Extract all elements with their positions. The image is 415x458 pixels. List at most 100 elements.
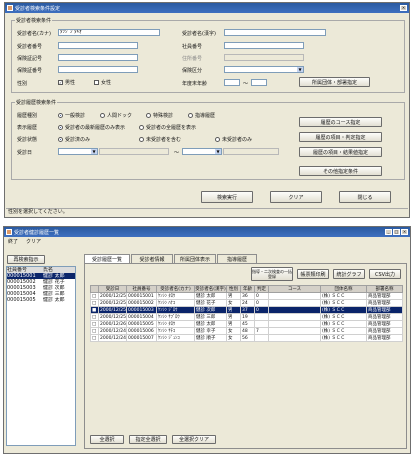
display-latest-radio[interactable]: 受診者の最新履歴のみ表示 <box>58 124 125 131</box>
table-row[interactable]: □ 2000/12/24 000015007 ｹﾝｼﾝ ｼﾞｭﾝｺ 健診 順子女 56 (株… <box>90 334 403 342</box>
row-checkbox[interactable]: □ <box>90 320 99 328</box>
display-all-radio[interactable]: 受診者の全履歴を表示 <box>139 124 196 131</box>
close-icon[interactable]: × <box>401 229 408 235</box>
stats-graph-button[interactable]: 統計グラフ <box>333 269 365 279</box>
insured-cat-select[interactable]: ▼ <box>224 66 304 73</box>
re-search-button[interactable]: 再検索指示 <box>7 255 45 264</box>
table-cell <box>268 327 321 335</box>
table-cell: (株) ＳＣＣ <box>320 313 367 321</box>
person-search-group: 受診者検索条件 受診者名(カナ) ﾀﾂｼﾞﾝ ﾀｷｵ 受診者名(漢字) 受診者番… <box>11 17 405 93</box>
name-kanji-input[interactable] <box>224 29 326 36</box>
row-checkbox[interactable]: □ <box>90 313 99 321</box>
table-cell: ｹﾝｼﾝ ﾀﾛｳ <box>156 292 195 300</box>
item-judge-button[interactable]: 履歴の項目・判定指定 <box>299 132 382 142</box>
table-cell: 商品管理部 <box>366 292 403 300</box>
tab-history-list[interactable]: 受診履歴一覧 <box>84 254 130 263</box>
hist-type-special-radio[interactable]: 特殊検診 <box>146 112 173 119</box>
tab-org-display[interactable]: 所属団体表示 <box>174 254 216 263</box>
display-all-label: 受診者の全履歴を表示 <box>146 125 197 131</box>
status-include-radio[interactable]: 未受診者を含む <box>139 136 181 143</box>
hist-type-general-radio[interactable]: 一般検診 <box>58 112 85 119</box>
grid-header: 性別 <box>226 285 241 293</box>
age-separator: ～ <box>243 81 249 87</box>
table-cell: 24 <box>240 299 255 307</box>
select-specified-button[interactable]: 指定全選択 <box>129 435 167 444</box>
date-from-detail <box>99 148 169 155</box>
table-row[interactable]: □ 2000/12/25 000015002 ｹﾝｼﾝ ﾊﾅｺ 健診 花子女 24 0 (株)… <box>90 299 403 307</box>
row-checkbox[interactable]: □ <box>90 327 99 335</box>
table-cell: (株) ＳＣＣ <box>320 292 367 300</box>
table-cell: 0 <box>254 306 269 314</box>
age-from-input[interactable] <box>224 79 240 86</box>
hist-type-dock-label: 人間ドック <box>107 113 133 119</box>
table-cell: ｹﾝｼﾝ ｼﾞｭﾝｺ <box>156 334 195 342</box>
grid-header: 受診者名(カナ) <box>156 285 195 293</box>
table-cell: 37 <box>240 306 255 314</box>
list-item[interactable]: 000015005 健診 太郎 <box>7 297 75 303</box>
table-row[interactable]: □ 2000/12/26 000015005 ｹﾝｼﾝ ﾀﾛｳ 健診 太郎男 45 (株) … <box>90 320 403 328</box>
date-from-select[interactable]: ▼ <box>58 148 98 155</box>
insurer-sym-label: 住所番号 <box>182 56 203 62</box>
grid-header: 社員番号 <box>126 285 157 293</box>
course-button[interactable]: 履歴のコース指定 <box>299 117 382 127</box>
insurer-no2-input[interactable] <box>58 66 138 73</box>
name-kana-input[interactable]: ﾀﾂｼﾞﾝ ﾀｷｵ <box>58 29 160 36</box>
employee-no-input[interactable] <box>224 42 304 49</box>
row-checkbox[interactable]: □ <box>90 292 99 300</box>
status-done-radio[interactable]: 受診済のみ <box>58 136 90 143</box>
table-cell: ｹﾝｼﾝ ﾀﾛｳ <box>156 320 195 328</box>
table-cell: 商品管理部 <box>366 327 403 335</box>
table-cell <box>268 320 321 328</box>
bulk-guidance-button[interactable]: 指導・二次検査の一括登録 <box>251 267 293 281</box>
person-no-input[interactable] <box>58 42 138 49</box>
app-icon <box>7 5 13 11</box>
table-row[interactable]: □ 2000/12/24 000015006 ｹﾝｼﾝ ｻﾁｺ 健診 幸子女 48 7 (株)… <box>90 327 403 335</box>
radio-empty-icon <box>188 113 193 118</box>
employee-no-label: 社員番号 <box>182 44 203 50</box>
table-cell: 健診 次郎 <box>194 306 227 314</box>
csv-export-button[interactable]: CSV出力 <box>369 269 401 279</box>
history-search-group: 受診履歴検索条件 履歴種別 一般検診 人間ドック 特殊検診 指導履歴 表示履歴 … <box>11 99 405 180</box>
date-to-select[interactable]: ▼ <box>182 148 222 155</box>
menu-clear[interactable]: クリア <box>26 238 41 245</box>
table-row[interactable]: □ 2000/12/25 000015004 ｹﾝｼﾝ ｻﾌﾞﾛｳ 健診 三郎男 19 (株… <box>90 313 403 321</box>
menu-exit[interactable]: 終了 <box>8 238 18 245</box>
insurer-no-input[interactable] <box>58 54 138 61</box>
select-all-button[interactable]: 全選択 <box>90 435 124 444</box>
hist-type-guidance-radio[interactable]: 指導履歴 <box>188 112 215 119</box>
chevron-down-icon: ▼ <box>215 149 221 154</box>
sex-male-checkbox[interactable]: ✓ 男性 <box>58 79 75 86</box>
table-cell: 商品管理部 <box>366 299 403 307</box>
tab-guidance-history[interactable]: 指導履歴 <box>217 254 257 263</box>
table-cell: 商品管理部 <box>366 334 403 342</box>
clear-selection-button[interactable]: 全選択クリア <box>172 435 216 444</box>
minimize-icon[interactable]: _ <box>385 229 392 235</box>
status-only-radio[interactable]: 未受診者のみ <box>215 136 252 143</box>
row-checkbox[interactable]: □ <box>90 334 99 342</box>
close-button[interactable]: 閉じる <box>339 191 391 203</box>
search-button[interactable]: 検索実行 <box>201 191 253 203</box>
list-titlebar: 受診者健診履歴一覧 _ □ × <box>4 227 410 237</box>
other-conditions-button[interactable]: その他指定条件 <box>299 166 382 176</box>
tab-person-info[interactable]: 受診者情報 <box>131 254 173 263</box>
org-select-button[interactable]: 所属団体・部署指定 <box>299 77 370 87</box>
print-reports-button[interactable]: 帳票類印刷 <box>297 269 329 279</box>
maximize-icon[interactable]: □ <box>393 229 400 235</box>
clear-button[interactable]: クリア <box>270 191 322 203</box>
table-row[interactable]: ■ 2000/12/25 000015003 ｹﾝｼﾝ ｼﾞﾛｳ 健診 次郎男 37 0 (株… <box>90 306 403 314</box>
table-cell: ｹﾝｼﾝ ﾊﾅｺ <box>156 299 195 307</box>
table-row[interactable]: □ 2000/12/25 000015001 ｹﾝｼﾝ ﾀﾛｳ 健診 太郎男 36 0 (株)… <box>90 292 403 300</box>
row-checkbox[interactable]: □ <box>90 299 99 307</box>
row-checkbox[interactable]: ■ <box>90 306 99 314</box>
chevron-down-icon: ▼ <box>297 67 303 72</box>
table-cell: 女 <box>226 334 241 342</box>
table-cell: 2000/12/25 <box>98 313 127 321</box>
person-search-group-title: 受診者検索条件 <box>15 17 53 24</box>
sex-female-checkbox[interactable]: 女性 <box>94 79 111 86</box>
age-to-input[interactable] <box>251 79 267 86</box>
close-icon[interactable]: × <box>400 5 407 11</box>
item-result-button[interactable]: 履歴の項目・結果値指定 <box>299 147 382 157</box>
status-done-label: 受診済のみ <box>65 137 91 143</box>
hist-type-dock-radio[interactable]: 人間ドック <box>100 112 132 119</box>
grid-header-row: 受診日 社員番号 受診者名(カナ) 受診者名(漢字) 性別 年齢 判定 コース … <box>90 285 403 293</box>
